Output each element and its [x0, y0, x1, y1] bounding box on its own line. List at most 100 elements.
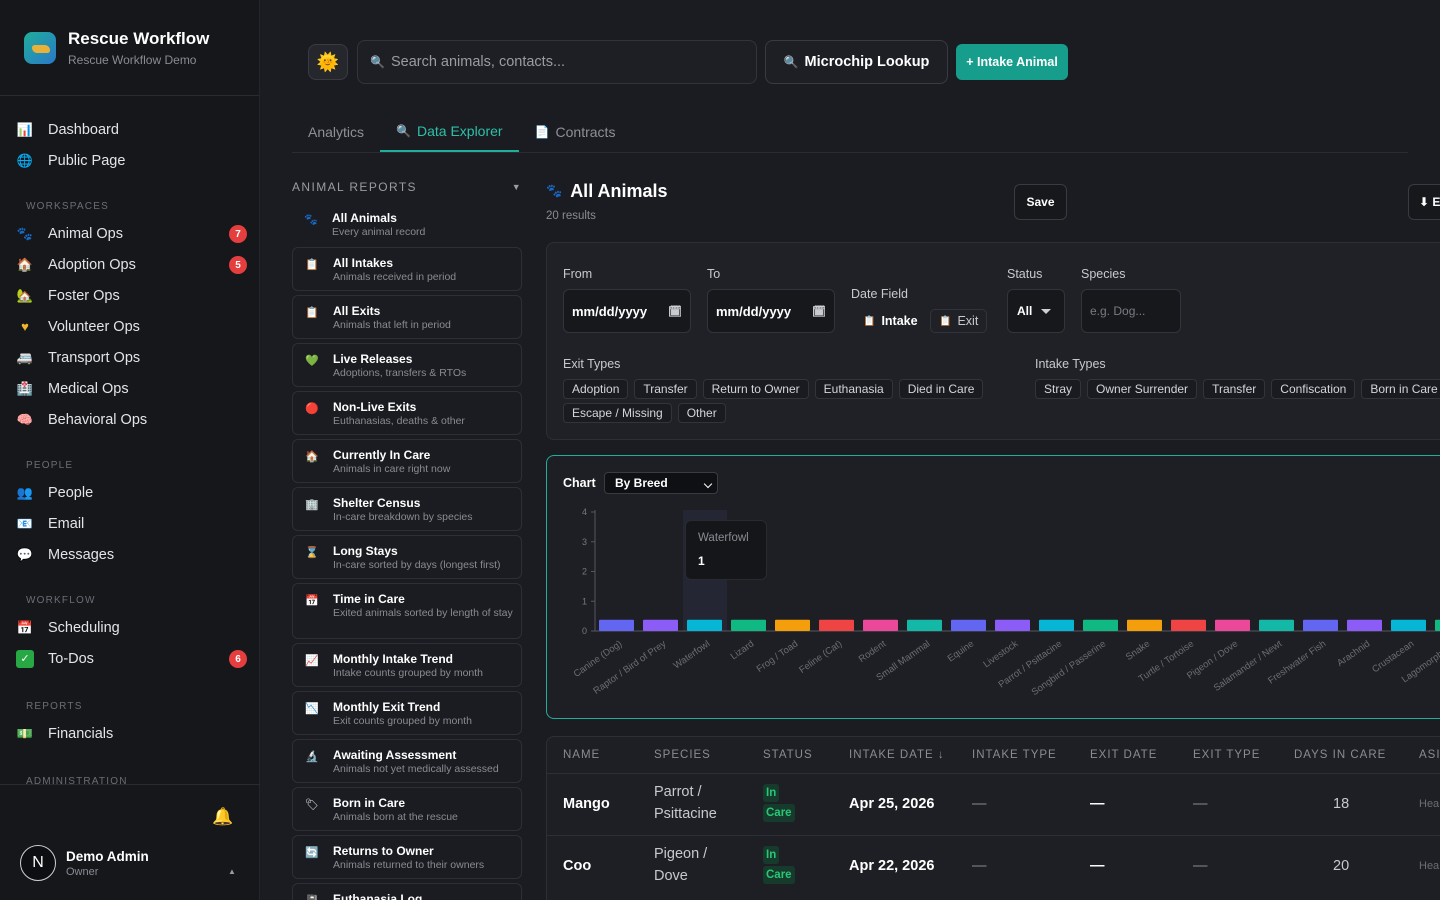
report-item-monthly-exit-trend[interactable]: 📉 Monthly Exit Trend Exit counts grouped b…: [292, 691, 522, 735]
bar: [1171, 619, 1206, 631]
bar: [1391, 619, 1426, 631]
intake-animal-button[interactable]: + Intake Animal: [956, 44, 1068, 80]
status-select[interactable]: All: [1007, 289, 1065, 333]
sidebar-item-public-page[interactable]: 🌐 Public Page: [0, 145, 259, 176]
column-header-days-in-care[interactable]: DAYS IN CARE: [1294, 749, 1386, 761]
report-item-all-animals[interactable]: 🐾 All Animals Every animal record: [292, 205, 522, 243]
sidebar-item-adoption-ops[interactable]: 🏠 Adoption Ops 5: [0, 249, 259, 280]
report-item-euthanasia-log[interactable]: 📓 Euthanasia Log: [292, 883, 522, 900]
report-item-all-exits[interactable]: 📋 All Exits Animals that left in period: [292, 295, 522, 339]
sidebar-item-people[interactable]: 👥 People: [0, 477, 259, 508]
column-header-intake-date[interactable]: INTAKE DATE ↓: [849, 749, 945, 761]
search-input[interactable]: [390, 54, 731, 70]
user-menu[interactable]: N Demo Admin Owner: [20, 845, 149, 881]
report-item-monthly-intake-trend[interactable]: 📈 Monthly Intake Trend Intake counts group…: [292, 643, 522, 687]
report-item-title: Monthly Intake Trend: [333, 652, 454, 666]
export-button[interactable]: ⬇ E: [1408, 184, 1440, 220]
microchip-lookup-button[interactable]: 🔍 Microchip Lookup: [765, 40, 948, 84]
report-item-currently-in-care[interactable]: 🏠 Currently In Care Animals in care right …: [292, 439, 522, 483]
report-item-all-intakes[interactable]: 📋 All Intakes Animals received in period: [292, 247, 522, 291]
column-header-intake-type[interactable]: INTAKE TYPE: [972, 749, 1057, 761]
sidebar-item-todos[interactable]: ✓ To-Dos 6: [0, 643, 259, 674]
y-tick-label: 2: [582, 567, 587, 577]
chevron-down-icon: ▼: [511, 182, 522, 192]
bar: [775, 619, 810, 631]
chart-group-select[interactable]: By Breed: [604, 472, 718, 494]
report-item-returns-to-owner[interactable]: 🔄 Returns to Owner Animals returned to the…: [292, 835, 522, 879]
exit-type-chip[interactable]: Transfer: [634, 379, 697, 399]
status-badge: In Care: [763, 782, 795, 822]
date-field-exit-option[interactable]: 📋 Exit: [930, 309, 988, 333]
species-input[interactable]: e.g. Dog...: [1081, 289, 1181, 333]
theme-toggle-button[interactable]: 🌞: [308, 44, 348, 80]
intake-type-chip[interactable]: Confiscation: [1271, 379, 1356, 399]
sidebar-item-email[interactable]: 📧 Email: [0, 508, 259, 539]
exit-type-chip[interactable]: Other: [677, 403, 726, 423]
x-tick-label: Raptor / Bird of Prey: [591, 638, 668, 697]
save-button[interactable]: Save: [1014, 184, 1067, 220]
table-row[interactable]: Coo Pigeon / Dove In Care Apr 22, 2026 — …: [547, 835, 1440, 897]
report-item-long-stays[interactable]: ⌛ Long Stays In-care sorted by days (longe…: [292, 535, 522, 579]
sidebar-item-foster-ops[interactable]: 🏡 Foster Ops: [0, 280, 259, 311]
report-item-non-live-exits[interactable]: 🔴 Non-Live Exits Euthanasias, deaths & oth…: [292, 391, 522, 435]
people-icon: 👥: [16, 484, 34, 500]
sidebar-item-label: Animal Ops: [48, 225, 123, 242]
tab-contracts[interactable]: 📄 Contracts: [519, 112, 632, 152]
report-item-live-releases[interactable]: 💚 Live Releases Adoptions, transfers & RTO…: [292, 343, 522, 387]
report-item-desc: Euthanasias, deaths & other: [333, 415, 465, 427]
sidebar-item-volunteer-ops[interactable]: ♥ Volunteer Ops: [0, 311, 259, 342]
report-item-born-in-care[interactable]: 🏷 Born in Care Animals born at the rescue: [292, 787, 522, 831]
report-list: ANIMAL REPORTS ▼ 🐾 All Animals Every animal…: [292, 176, 522, 900]
column-header-status[interactable]: STATUS: [763, 749, 813, 761]
intake-type-chip[interactable]: Owner Surrender: [1087, 379, 1198, 399]
brand[interactable]: Rescue Workflow Rescue Workflow Demo: [0, 0, 259, 96]
report-item-time-in-care[interactable]: 📅 Time in Care Exited animals sorted by le…: [292, 583, 522, 639]
intake-type-chip[interactable]: Born in Care: [1361, 379, 1440, 399]
sidebar-item-animal-ops[interactable]: 🐾 Animal Ops 7: [0, 218, 259, 249]
report-item-shelter-census[interactable]: 🏢 Shelter Census In-care breakdown by spec…: [292, 487, 522, 531]
topbar: 🌞 🔍 🔍 Microchip Lookup + Intake Animal: [308, 40, 1068, 84]
results-table: NAME SPECIES STATUS INTAKE DATE ↓ INTAKE…: [546, 736, 1440, 900]
intake-type-chip[interactable]: Stray: [1035, 379, 1082, 399]
table-row[interactable]: Mango Parrot / Psittacine In Care Apr 25,…: [547, 773, 1440, 835]
intake-type-chip[interactable]: Transfer: [1203, 379, 1266, 399]
sidebar-item-messages[interactable]: 💬 Messages: [0, 539, 259, 570]
exit-type-chip[interactable]: Escape / Missing: [563, 403, 672, 423]
sidebar-item-dashboard[interactable]: 📊 Dashboard: [0, 114, 259, 145]
column-header-name[interactable]: NAME: [563, 749, 600, 761]
column-header-species[interactable]: SPECIES: [654, 749, 711, 761]
search-box[interactable]: 🔍: [357, 40, 757, 84]
tab-data-explorer[interactable]: 🔍 Data Explorer: [380, 112, 519, 152]
sidebar-item-label: Volunteer Ops: [48, 318, 140, 335]
exit-type-chip[interactable]: Return to Owner: [702, 379, 809, 399]
x-tick-label: Songbird / Passerine: [1030, 638, 1109, 698]
paw-icon: 🐾: [16, 225, 34, 241]
calendar-icon[interactable]: 🗓: [812, 305, 826, 318]
cell-days-in-care: 20: [1333, 858, 1350, 874]
tab-analytics[interactable]: Analytics: [292, 112, 380, 152]
sidebar-item-behavioral-ops[interactable]: 🧠 Behavioral Ops: [0, 404, 259, 435]
exit-type-chip[interactable]: Adoption: [563, 379, 629, 399]
sidebar-item-financials[interactable]: 💵 Financials: [0, 718, 259, 749]
to-date-input[interactable]: mm/dd/yyyy 🗓: [707, 289, 835, 333]
exit-type-chip[interactable]: Died in Care: [898, 379, 984, 399]
caret-up-icon[interactable]: ▲: [228, 867, 236, 876]
column-header-exit-date[interactable]: EXIT DATE: [1090, 749, 1157, 761]
bell-icon[interactable]: 🔔: [212, 807, 233, 827]
report-item-title: Currently In Care: [333, 448, 431, 462]
calendar-icon[interactable]: 🗓: [668, 305, 682, 318]
heart-icon: ♥: [21, 319, 29, 334]
message-icon: 💬: [16, 546, 34, 562]
column-header-exit-type[interactable]: EXIT TYPE: [1193, 749, 1260, 761]
sidebar-item-transport-ops[interactable]: 🚐 Transport Ops: [0, 342, 259, 373]
sidebar-item-medical-ops[interactable]: 🏥 Medical Ops: [0, 373, 259, 404]
exit-type-chip[interactable]: Euthanasia: [814, 379, 893, 399]
date-field-intake-option[interactable]: 📋 Intake: [855, 309, 926, 333]
count-badge: 5: [229, 256, 247, 274]
report-item-awaiting-assessment[interactable]: 🔬 Awaiting Assessment Animals not yet medi…: [292, 739, 522, 783]
report-list-header[interactable]: ANIMAL REPORTS ▼: [292, 176, 522, 198]
sidebar-item-scheduling[interactable]: 📅 Scheduling: [0, 612, 259, 643]
from-date-input[interactable]: mm/dd/yyyy 🗓: [563, 289, 691, 333]
report-item-title: Live Releases: [333, 352, 413, 366]
column-header-extra[interactable]: ASI: [1419, 749, 1440, 761]
